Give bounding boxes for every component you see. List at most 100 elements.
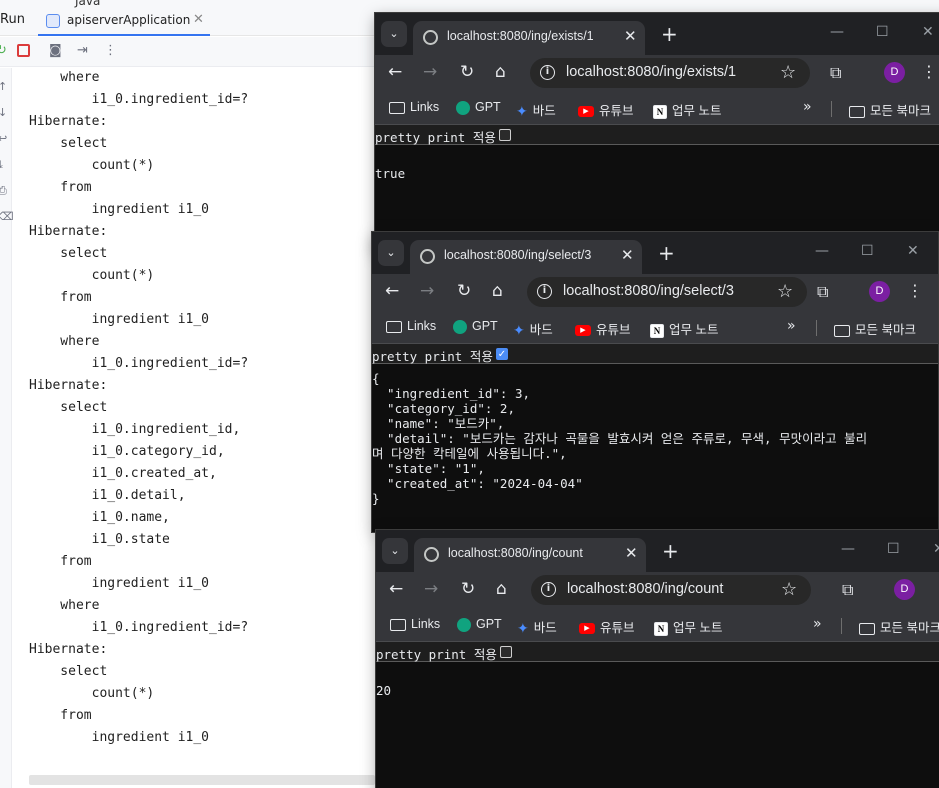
site-info-icon[interactable]: i	[541, 582, 556, 597]
maximize-icon[interactable]: ☐	[861, 243, 874, 259]
scroll-up-icon[interactable]: ↑	[0, 80, 7, 93]
bookmark-all[interactable]: 모든 북마크	[849, 100, 931, 118]
menu-icon[interactable]: ⋮	[907, 281, 923, 300]
bookmark-links[interactable]: Links	[386, 319, 436, 335]
page-content: pretty print 적용 ✓ { "ingredient_id": 3, …	[372, 344, 938, 532]
bookmark-notes[interactable]: N 업무 노트	[653, 100, 721, 119]
extensions-icon[interactable]: ⧉	[817, 282, 828, 302]
divider	[831, 101, 832, 117]
bookmark-star-icon[interactable]: ☆	[780, 62, 796, 83]
print-icon[interactable]: ⎙	[0, 184, 7, 198]
tree-item-java[interactable]: Java	[75, 0, 100, 8]
camera-icon[interactable]: ◙	[49, 43, 62, 59]
close-window-icon[interactable]: ✕	[933, 541, 939, 557]
new-tab-button[interactable]: +	[658, 243, 675, 263]
bookmark-gpt[interactable]: GPT	[453, 319, 498, 335]
soft-wrap-icon[interactable]: ↩	[0, 132, 7, 145]
bookmark-all[interactable]: 모든 북마크	[834, 319, 916, 337]
address-url[interactable]: localhost:8080/ing/select/3	[563, 283, 734, 299]
bookmark-bard[interactable]: ✦ 바드	[517, 617, 557, 637]
bookmark-youtube[interactable]: ▶ 유튜브	[579, 617, 635, 635]
avatar[interactable]: D	[884, 62, 905, 83]
minimize-icon[interactable]: —	[815, 243, 829, 259]
extensions-icon[interactable]: ⧉	[830, 63, 841, 83]
bookmark-gpt[interactable]: GPT	[457, 617, 502, 633]
new-tab-button[interactable]: +	[662, 541, 679, 561]
address-bar[interactable]: i localhost:8080/ing/count ☆	[531, 575, 811, 605]
maximize-icon[interactable]: ☐	[887, 541, 900, 557]
bookmark-links[interactable]: Links	[390, 617, 440, 633]
close-icon[interactable]: ✕	[193, 12, 204, 27]
back-icon[interactable]: ←	[389, 580, 403, 598]
reload-icon[interactable]: ↻	[457, 282, 471, 300]
bookmark-links[interactable]: Links	[389, 100, 439, 116]
tab-search-button[interactable]: ⌄	[381, 21, 407, 47]
pretty-print-checkbox[interactable]	[500, 646, 512, 658]
bookmarks-overflow[interactable]: »	[787, 318, 796, 334]
site-info-icon[interactable]: i	[540, 65, 555, 80]
bookmark-bard[interactable]: ✦ 바드	[516, 100, 556, 120]
trash-icon[interactable]: ⌫	[0, 210, 14, 223]
bookmark-star-icon[interactable]: ☆	[781, 579, 797, 600]
close-tab-icon[interactable]: ✕	[624, 27, 637, 45]
close-window-icon[interactable]: ✕	[907, 243, 919, 259]
new-tab-button[interactable]: +	[661, 24, 678, 44]
home-icon[interactable]: ⌂	[496, 580, 507, 598]
response-body: true	[375, 166, 406, 181]
forward-icon[interactable]: →	[424, 580, 438, 598]
tab-search-button[interactable]: ⌄	[378, 240, 404, 266]
tab-search-button[interactable]: ⌄	[382, 538, 408, 564]
minimize-icon[interactable]: —	[841, 541, 855, 557]
scroll-down-icon[interactable]: ↓	[0, 106, 7, 119]
bookmark-star-icon[interactable]: ☆	[777, 281, 793, 302]
back-icon[interactable]: ←	[388, 63, 402, 81]
avatar[interactable]: D	[894, 579, 915, 600]
home-icon[interactable]: ⌂	[492, 282, 503, 300]
extensions-icon[interactable]: ⧉	[842, 580, 853, 600]
run-config-tab[interactable]: apiserverApplication ✕	[38, 8, 210, 36]
bookmark-notes[interactable]: N 업무 노트	[654, 617, 722, 636]
pretty-print-checkbox[interactable]: ✓	[496, 348, 508, 360]
bookmarks-overflow[interactable]: »	[803, 99, 812, 115]
rerun-icon[interactable]: ↻	[0, 43, 7, 59]
close-tab-icon[interactable]: ✕	[621, 246, 634, 264]
close-window-icon[interactable]: ✕	[922, 24, 934, 40]
address-bar[interactable]: i localhost:8080/ing/exists/1 ☆	[530, 58, 810, 88]
forward-icon[interactable]: →	[420, 282, 434, 300]
browser-tab[interactable]: localhost:8080/ing/count ✕	[414, 538, 646, 572]
scroll-to-end-icon[interactable]: ⤓	[0, 158, 3, 172]
reload-icon[interactable]: ↻	[460, 63, 474, 81]
more-options-icon[interactable]: ⋮	[104, 43, 117, 59]
horizontal-scrollbar[interactable]	[29, 775, 375, 785]
address-url[interactable]: localhost:8080/ing/count	[567, 581, 723, 597]
globe-icon	[424, 547, 439, 562]
pretty-print-checkbox[interactable]	[499, 129, 511, 141]
back-icon[interactable]: ←	[385, 282, 399, 300]
stop-icon[interactable]	[17, 44, 30, 57]
bookmark-youtube[interactable]: ▶ 유튜브	[578, 100, 634, 118]
browser-tab[interactable]: localhost:8080/ing/select/3 ✕	[410, 240, 642, 274]
close-tab-icon[interactable]: ✕	[625, 544, 638, 562]
minimize-icon[interactable]: —	[830, 24, 844, 40]
maximize-icon[interactable]: ☐	[876, 24, 889, 40]
forward-icon[interactable]: →	[423, 63, 437, 81]
address-bar[interactable]: i localhost:8080/ing/select/3 ☆	[527, 277, 807, 307]
site-info-icon[interactable]: i	[537, 284, 552, 299]
json-line: {	[372, 371, 380, 386]
bookmark-notes[interactable]: N 업무 노트	[650, 319, 718, 338]
bookmark-all[interactable]: 모든 북마크	[859, 617, 939, 635]
menu-icon[interactable]: ⋮	[921, 62, 937, 81]
bookmark-youtube[interactable]: ▶ 유튜브	[575, 319, 631, 337]
avatar[interactable]: D	[869, 281, 890, 302]
home-icon[interactable]: ⌂	[495, 63, 506, 81]
console-gutter: ↑ ↓ ↩ ⤓ ⎙ ⌫	[0, 68, 14, 788]
browser-tab[interactable]: localhost:8080/ing/exists/1 ✕	[413, 21, 645, 55]
reload-icon[interactable]: ↻	[461, 580, 475, 598]
exit-icon[interactable]: ⇥	[77, 43, 88, 59]
address-url[interactable]: localhost:8080/ing/exists/1	[566, 64, 736, 80]
run-tool-label[interactable]: Run	[0, 12, 25, 27]
menu-icon[interactable]: ⋮	[932, 579, 939, 598]
bookmark-gpt[interactable]: GPT	[456, 100, 501, 116]
bookmark-bard[interactable]: ✦ 바드	[513, 319, 553, 339]
bookmarks-overflow[interactable]: »	[813, 616, 822, 632]
